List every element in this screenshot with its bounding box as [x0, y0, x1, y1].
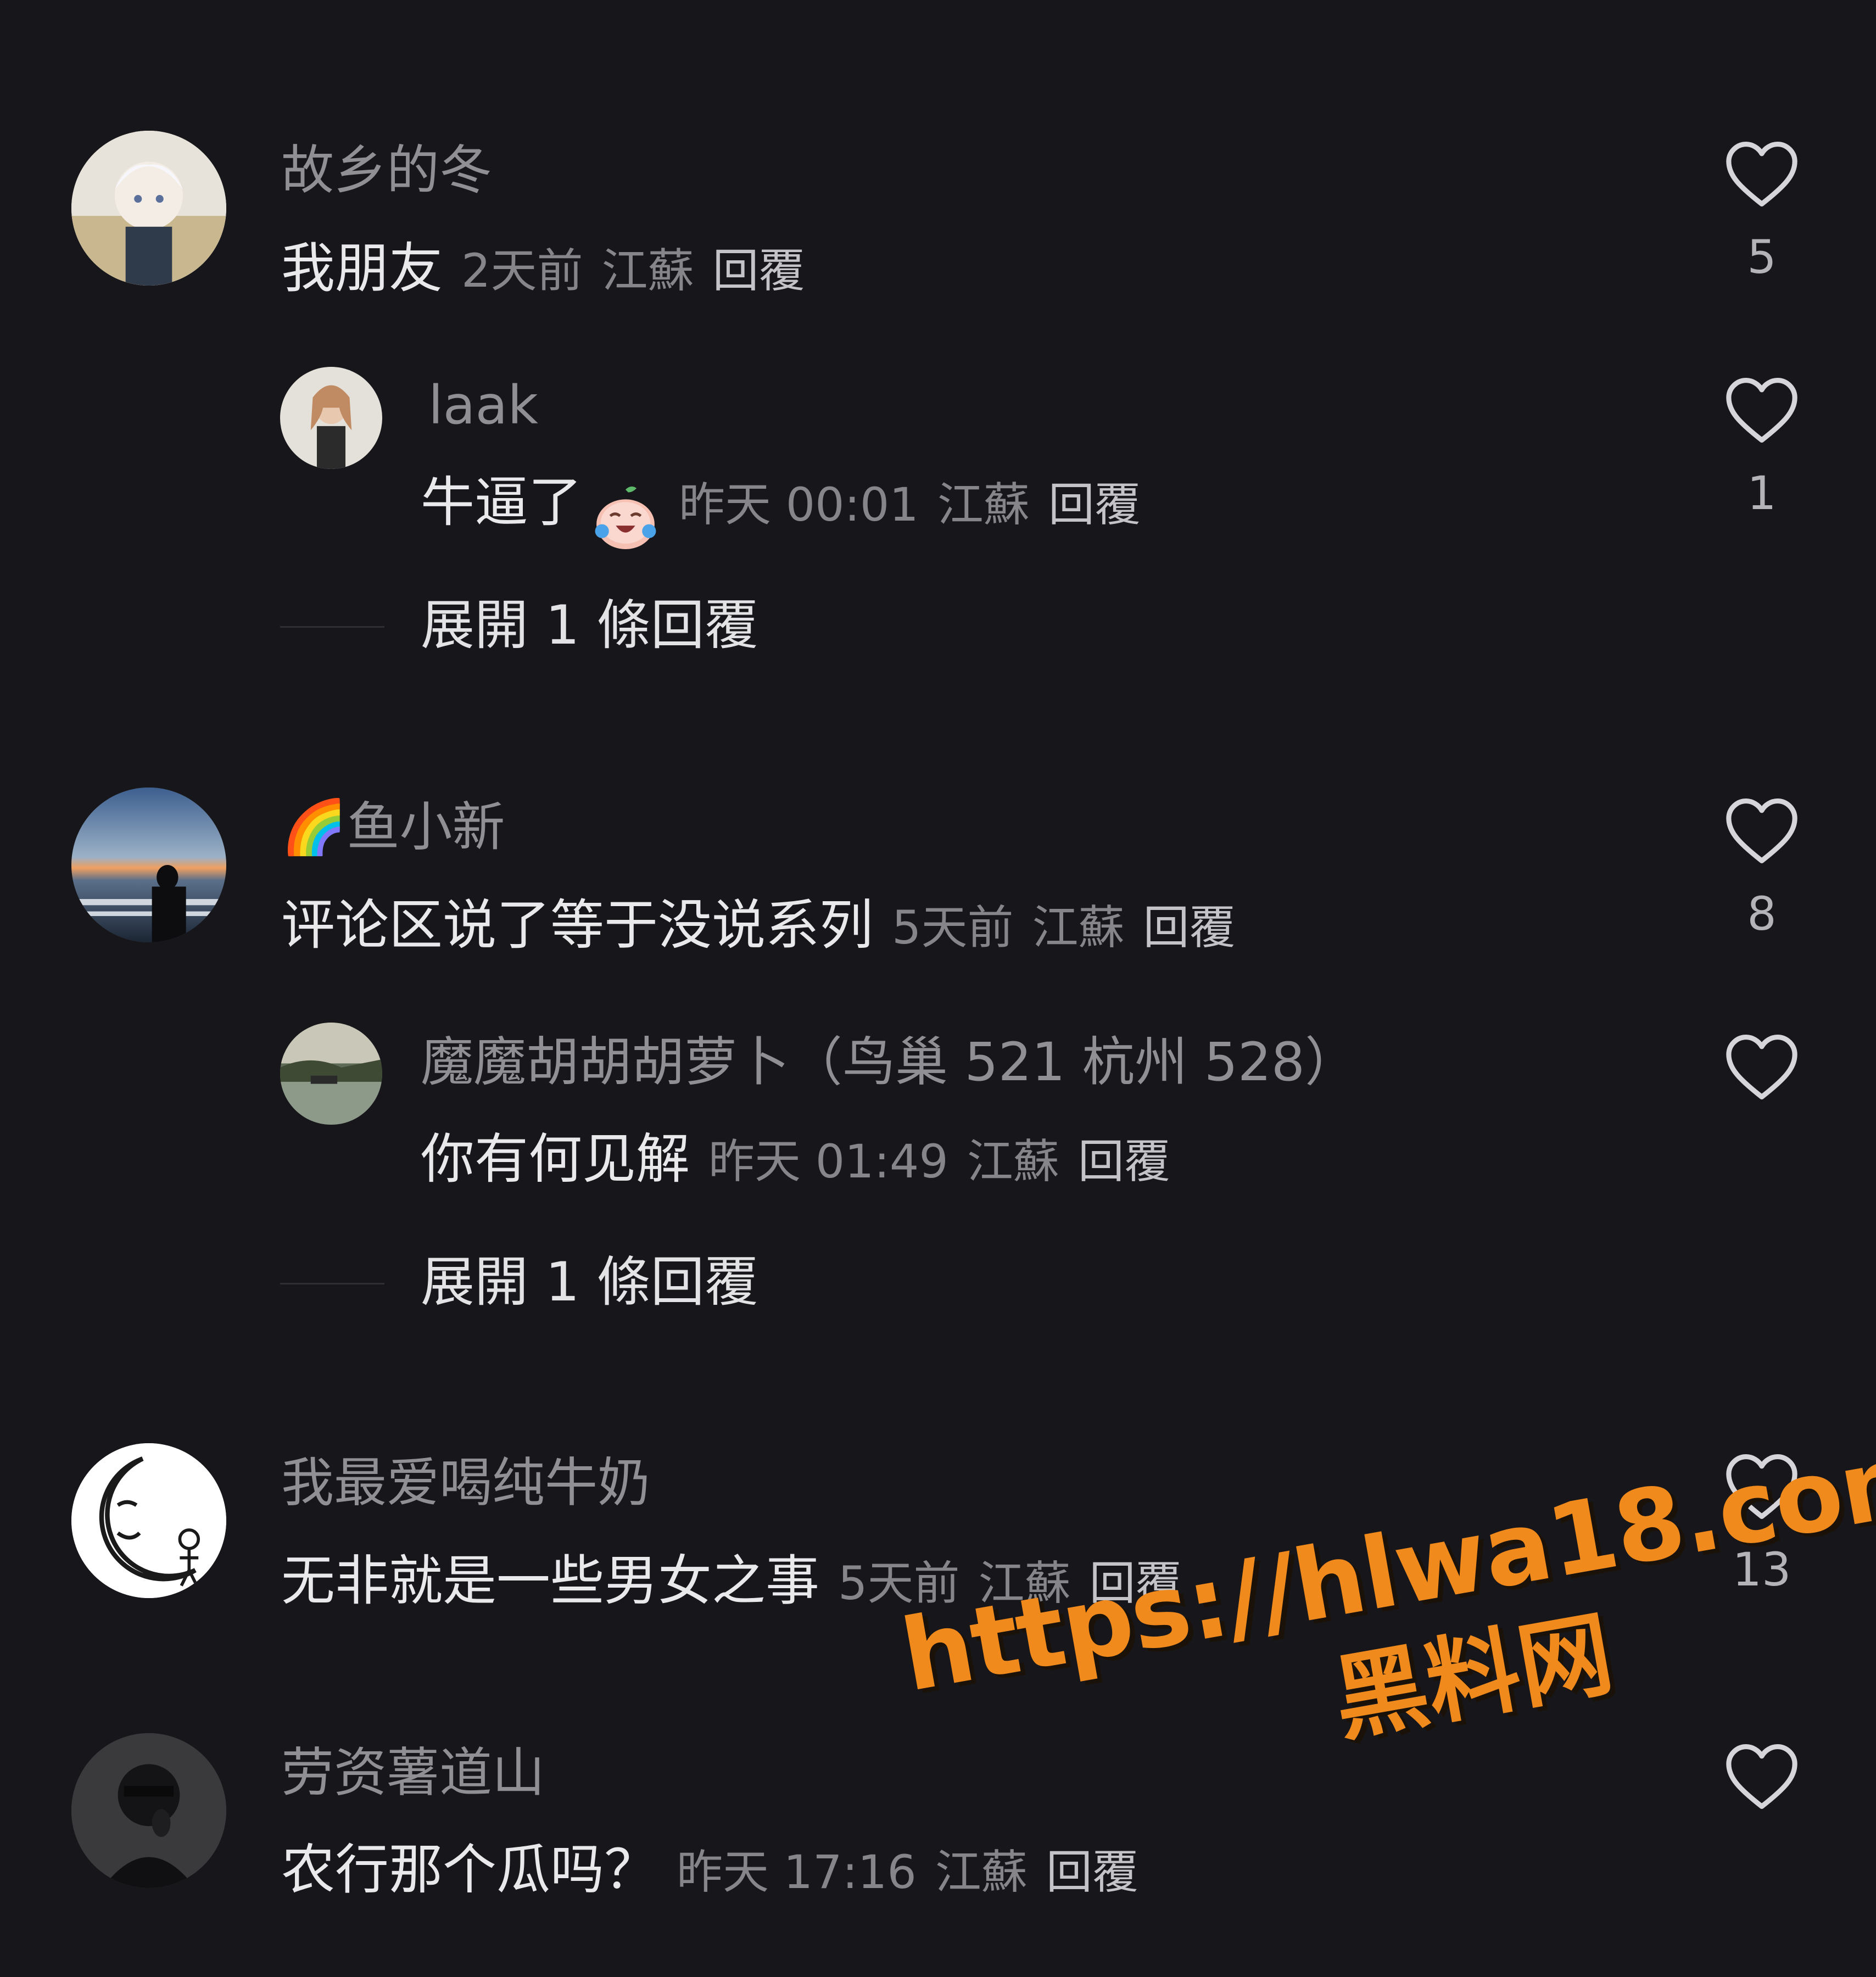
reply-button[interactable]: 回覆	[1048, 478, 1141, 532]
expand-replies-label: 展開 1 條回覆	[421, 1251, 758, 1314]
avatar[interactable]	[71, 131, 226, 286]
like-count: 1	[1747, 466, 1777, 520]
avatar[interactable]	[280, 1023, 382, 1125]
like-button[interactable]	[1719, 1742, 1805, 1836]
reply-button[interactable]: 回覆	[1143, 901, 1235, 954]
heart-outline-icon	[1726, 142, 1797, 206]
comment-text: 无非就是一些男女之事	[281, 1550, 820, 1612]
reply-location: 江蘇	[937, 478, 1030, 532]
reply-body: 你有何见解 昨天 01:49 江蘇 回覆	[421, 1132, 1170, 1186]
divider	[280, 1283, 384, 1285]
avatar[interactable]	[71, 788, 226, 942]
username[interactable]: laak	[428, 379, 538, 432]
reply-text: 牛逼了	[421, 471, 583, 534]
reply-time: 昨天 00:01	[679, 478, 919, 532]
heart-outline-icon	[1726, 1744, 1797, 1809]
username[interactable]: 劳资薯道山	[281, 1746, 545, 1799]
comment-time: 5天前	[892, 901, 1014, 954]
like-button[interactable]: 8	[1719, 796, 1805, 937]
divider	[280, 626, 384, 628]
reply-time: 昨天 01:49	[708, 1135, 948, 1188]
like-count: 8	[1747, 887, 1777, 941]
comment-location: 江蘇	[1032, 901, 1125, 954]
like-button[interactable]: 5	[1719, 139, 1805, 280]
username[interactable]: 魔魔胡胡胡萝卜（鸟巢 521 杭州 528）	[421, 1036, 1358, 1088]
comment-location: 江蘇	[601, 244, 694, 298]
comment-text: 我朋友	[281, 237, 443, 300]
comment-body: 农行那个瓜吗？ 昨天 17:16 江蘇 回覆	[281, 1843, 1138, 1897]
heart-outline-icon	[1726, 378, 1797, 443]
reply-button[interactable]: 回覆	[1046, 1845, 1138, 1899]
like-button[interactable]: 1	[1719, 376, 1805, 516]
comment-text: 农行那个瓜吗？	[281, 1839, 658, 1901]
reply-text: 你有何见解	[421, 1128, 690, 1191]
avatar[interactable]	[71, 1733, 226, 1888]
reply-location: 江蘇	[967, 1135, 1059, 1188]
comment-location: 江蘇	[935, 1845, 1028, 1899]
comment-text: 评论区说了等于没说系列	[281, 894, 874, 957]
comment-time: 2天前	[461, 244, 583, 298]
username[interactable]: 我最爱喝纯牛奶	[281, 1456, 650, 1509]
avatar[interactable]	[280, 367, 382, 469]
username[interactable]: 🌈鱼小新	[281, 801, 505, 853]
comment-body: 我朋友 2天前 江蘇 回覆	[281, 242, 805, 295]
comment-time: 昨天 17:16	[677, 1845, 917, 1899]
comment-body: 评论区说了等于没说系列 5天前 江蘇 回覆	[281, 898, 1236, 952]
username[interactable]: 故乡的冬	[281, 144, 492, 197]
heart-outline-icon	[1726, 798, 1797, 863]
heart-outline-icon	[1726, 1035, 1797, 1099]
reply-button[interactable]: 回覆	[1078, 1135, 1170, 1188]
avatar[interactable]	[71, 1443, 226, 1598]
reply-body: 牛逼了 昨天 00:01 江蘇 回覆	[421, 476, 1141, 554]
reply-button[interactable]: 回覆	[712, 244, 805, 298]
crying-laughing-emoji-icon	[591, 483, 660, 554]
expand-replies-label: 展開 1 條回覆	[421, 594, 758, 657]
like-button[interactable]	[1719, 1032, 1805, 1127]
like-count: 5	[1747, 230, 1777, 284]
